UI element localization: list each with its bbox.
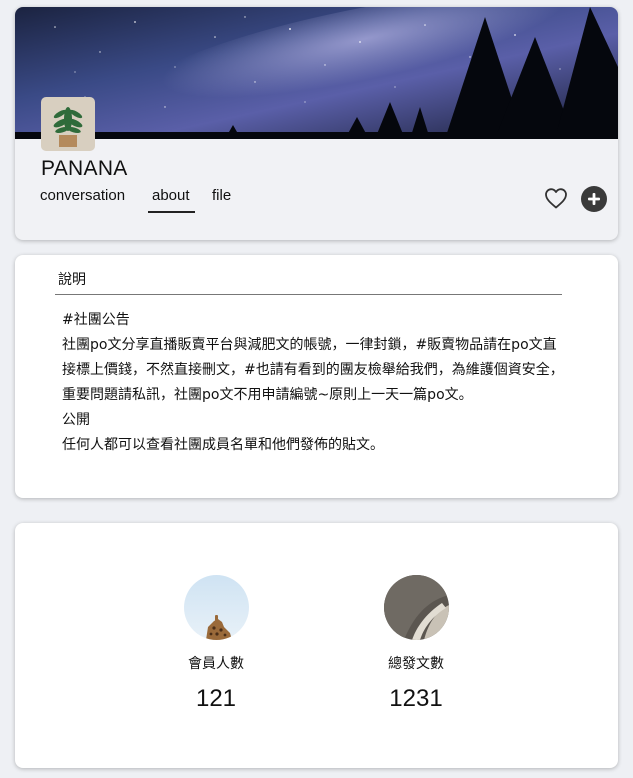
posts-image [383, 575, 449, 640]
tab-conversation[interactable]: conversation [40, 187, 125, 204]
privacy-description: 任何人都可以查看社團成員名單和他們發佈的貼文。 [62, 437, 384, 453]
post-count-stat: 總發文數 1231 [356, 575, 476, 713]
member-count-value: 121 [195, 685, 237, 712]
heart-icon[interactable] [544, 187, 568, 209]
tab-about[interactable]: about [152, 187, 190, 204]
member-count-stat: 會員人數 121 [156, 575, 276, 713]
group-avatar [41, 97, 95, 151]
members-image [183, 575, 249, 640]
stats-card: 會員人數 121 總發文數 1231 [15, 523, 618, 768]
divider [55, 294, 562, 295]
description-line: 社團po文分享直播販賣平台與減肥文的帳號，一律封鎖，#販賣物品請在po文直 [62, 337, 557, 353]
about-heading: 說明 [58, 272, 86, 288]
privacy-label: 公開 [62, 412, 90, 428]
active-tab-indicator [148, 211, 195, 213]
tab-file[interactable]: file [212, 187, 231, 204]
group-name: PANANA [41, 157, 128, 180]
group-header-card: PANANA conversation about file [15, 7, 618, 240]
plus-circle-icon[interactable] [581, 186, 607, 212]
post-count-label: 總發文數 [388, 656, 444, 672]
banner-image [15, 7, 618, 139]
about-card: 說明 #社團公告 社團po文分享直播販賣平台與減肥文的帳號，一律封鎖，#販賣物品… [15, 255, 618, 498]
member-count-label: 會員人數 [188, 656, 244, 672]
about-description: #社團公告 社團po文分享直播販賣平台與減肥文的帳號，一律封鎖，#販賣物品請在p… [62, 308, 607, 458]
description-line: #社團公告 [62, 312, 130, 328]
description-line: 重要問題請私訊，社團po文不用申請編號~原則上一天一篇po文。 [62, 387, 473, 403]
post-count-value: 1231 [389, 685, 443, 712]
description-line: 接標上價錢，不然直接刪文，#也請有看到的團友檢舉給我們，為維護個資安全， [62, 362, 564, 378]
